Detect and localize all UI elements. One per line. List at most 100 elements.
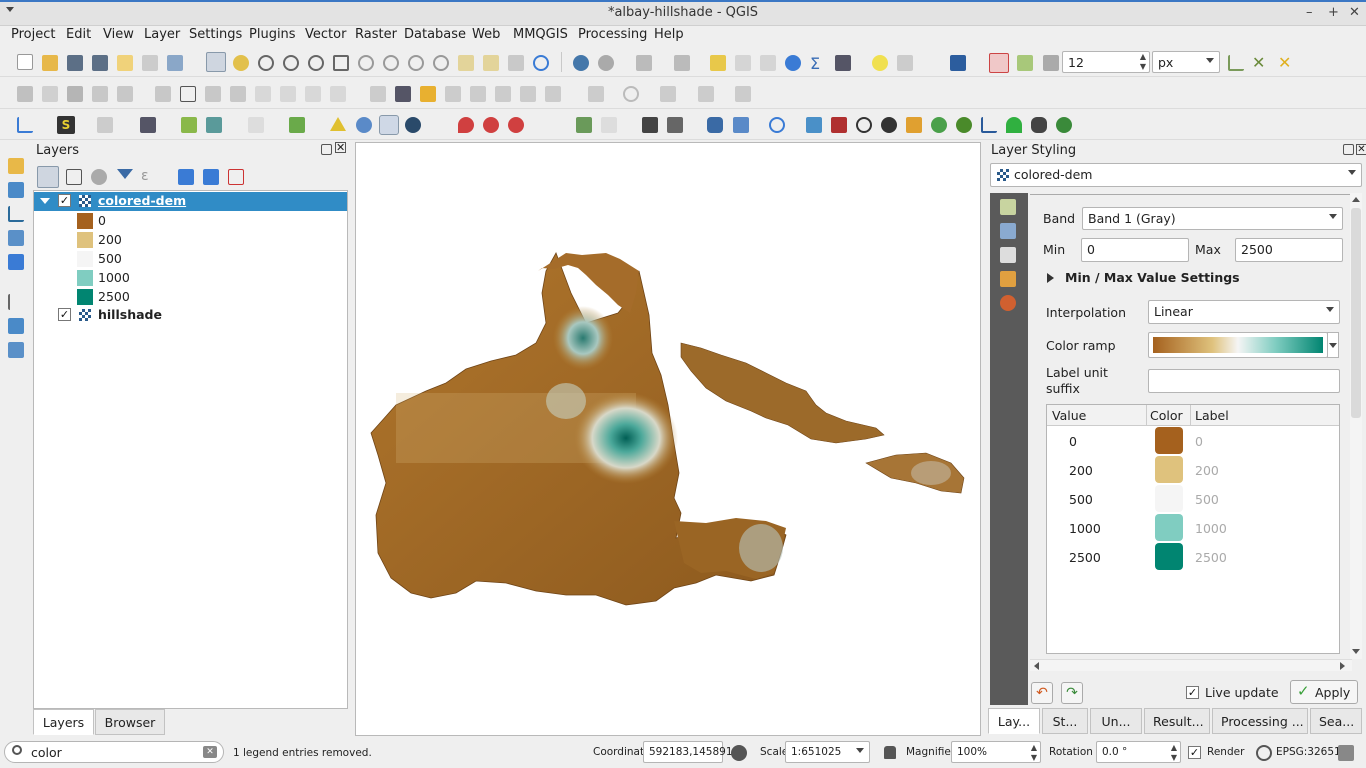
tab-processing[interactable]: Processing ...	[1212, 708, 1308, 734]
grass-icon[interactable]	[956, 117, 972, 133]
menu-plugins[interactable]: Plugins	[249, 27, 296, 42]
locator-search-input[interactable]: color ✕	[4, 741, 224, 763]
menu-edit[interactable]: Edit	[66, 27, 91, 42]
globe-dark-icon[interactable]	[405, 117, 421, 133]
python-icon[interactable]	[707, 117, 723, 133]
tab-search[interactable]: Sea...	[1310, 708, 1362, 734]
identify-icon[interactable]	[573, 55, 589, 71]
menu-help[interactable]: Help	[654, 27, 684, 42]
style-icon[interactable]	[37, 166, 59, 188]
new-project-icon[interactable]	[17, 54, 33, 70]
label-icon[interactable]	[370, 86, 386, 102]
messages-icon[interactable]	[1338, 745, 1354, 761]
layer-checkbox[interactable]: ✓	[58, 308, 71, 321]
menu-project[interactable]: Project	[11, 27, 55, 42]
maximize-icon[interactable]: +	[1328, 5, 1339, 20]
text-tool-icon[interactable]	[831, 117, 847, 133]
add-wfs-icon[interactable]	[8, 342, 24, 358]
header-color[interactable]: Color	[1150, 408, 1183, 423]
menu-mmqgis[interactable]: MMQGIS	[513, 27, 568, 42]
row-value[interactable]: 0	[1069, 434, 1077, 449]
globe-active-icon[interactable]	[379, 115, 399, 135]
live-update-checkbox[interactable]: ✓	[1186, 686, 1199, 699]
snapping-layers-icon[interactable]	[1017, 55, 1033, 71]
add-wms-icon[interactable]	[8, 318, 24, 334]
add-layer-icon[interactable]	[289, 117, 305, 133]
georef-icon[interactable]	[181, 117, 197, 133]
coordinate-input[interactable]: 592183,1458919	[643, 741, 739, 763]
save-project-icon[interactable]	[67, 55, 83, 71]
diagram-icon[interactable]	[545, 86, 561, 102]
snapping-magnet-icon[interactable]	[989, 53, 1009, 73]
row-color-swatch[interactable]	[1155, 485, 1183, 512]
expression-filter-icon[interactable]: ε	[141, 168, 157, 184]
toggle-editing-icon[interactable]	[42, 86, 58, 102]
render-checkbox[interactable]: ✓	[1188, 746, 1201, 759]
help-icon[interactable]	[950, 55, 966, 71]
interpolation-select[interactable]: Linear	[1148, 300, 1340, 324]
row-value[interactable]: 500	[1069, 492, 1093, 507]
select-value-icon[interactable]	[674, 55, 690, 71]
row-value[interactable]: 2500	[1069, 550, 1101, 565]
layer-checkbox[interactable]: ✓	[58, 194, 71, 207]
transparency-tab-icon[interactable]	[1000, 223, 1016, 239]
pan-icon[interactable]	[206, 52, 226, 72]
layers-plugin-icon[interactable]	[931, 117, 947, 133]
tab-results[interactable]: Result...	[1144, 708, 1210, 734]
zoom-out-icon[interactable]	[283, 55, 299, 71]
add-delimited-icon[interactable]	[8, 230, 24, 246]
marker-clear-icon[interactable]	[508, 117, 524, 133]
tools-icon[interactable]	[206, 117, 222, 133]
osm-icon[interactable]	[140, 117, 156, 133]
zoom-selection-icon[interactable]	[358, 55, 374, 71]
binoculars-icon[interactable]	[1031, 117, 1047, 133]
close-dock-icon[interactable]: ✕	[1356, 144, 1366, 155]
gpkg-icon[interactable]	[97, 117, 113, 133]
s-plugin-icon[interactable]: S	[57, 116, 75, 134]
menu-web[interactable]: Web	[472, 27, 500, 42]
float-icon[interactable]	[321, 144, 332, 155]
screenshot-icon[interactable]	[667, 117, 683, 133]
image-icon[interactable]	[806, 117, 822, 133]
current-edits-icon[interactable]	[17, 86, 33, 102]
rectangle-tool-icon[interactable]	[698, 86, 714, 102]
statistics-icon[interactable]: Σ	[810, 54, 826, 73]
zoom-layer-icon[interactable]	[383, 55, 399, 71]
pencil-tool-icon[interactable]	[906, 117, 922, 133]
row-color-swatch[interactable]	[1155, 514, 1183, 541]
ellipse-tool-icon[interactable]	[660, 86, 676, 102]
expand-all-icon[interactable]	[178, 169, 194, 185]
menu-settings[interactable]: Settings	[189, 27, 242, 42]
layout-manager-icon[interactable]	[142, 55, 158, 71]
map-tips-icon[interactable]	[872, 55, 888, 71]
triangle-tool-icon[interactable]	[330, 117, 346, 131]
new-3d-view-icon[interactable]	[483, 55, 499, 71]
rotate-label-icon[interactable]	[470, 86, 486, 102]
change-label-icon[interactable]	[495, 86, 511, 102]
topological-editing-icon[interactable]	[1228, 55, 1244, 71]
color-ramp-button[interactable]	[1148, 332, 1328, 358]
refresh-icon[interactable]	[533, 55, 549, 71]
globe-icon[interactable]	[356, 117, 372, 133]
rotation-input[interactable]: 0.0 ° ▲ ▼	[1096, 741, 1181, 763]
layer-select[interactable]: colored-dem	[990, 163, 1362, 187]
move-label-icon[interactable]	[445, 86, 461, 102]
collapse-arrow-icon[interactable]	[1047, 273, 1054, 283]
filter-icon[interactable]	[117, 169, 133, 179]
marker-icon[interactable]	[458, 117, 474, 133]
zoom-in-icon[interactable]	[258, 55, 274, 71]
row-value[interactable]: 1000	[1069, 521, 1101, 536]
row-label[interactable]: 2500	[1195, 550, 1227, 565]
copy-icon[interactable]	[255, 86, 271, 102]
row-label[interactable]: 500	[1195, 492, 1219, 507]
tool-icon[interactable]	[601, 117, 617, 133]
zoom-native-icon[interactable]	[308, 55, 324, 71]
delete-icon[interactable]	[205, 86, 221, 102]
rendering-tab-icon[interactable]	[1000, 271, 1016, 287]
row-color-swatch[interactable]	[1155, 543, 1183, 570]
pan-to-selection-icon[interactable]	[233, 55, 249, 71]
marker-remove-icon[interactable]	[483, 117, 499, 133]
intersection-icon[interactable]: ✕	[1278, 55, 1294, 71]
header-value[interactable]: Value	[1052, 408, 1086, 423]
menu-vector[interactable]: Vector	[305, 27, 346, 42]
